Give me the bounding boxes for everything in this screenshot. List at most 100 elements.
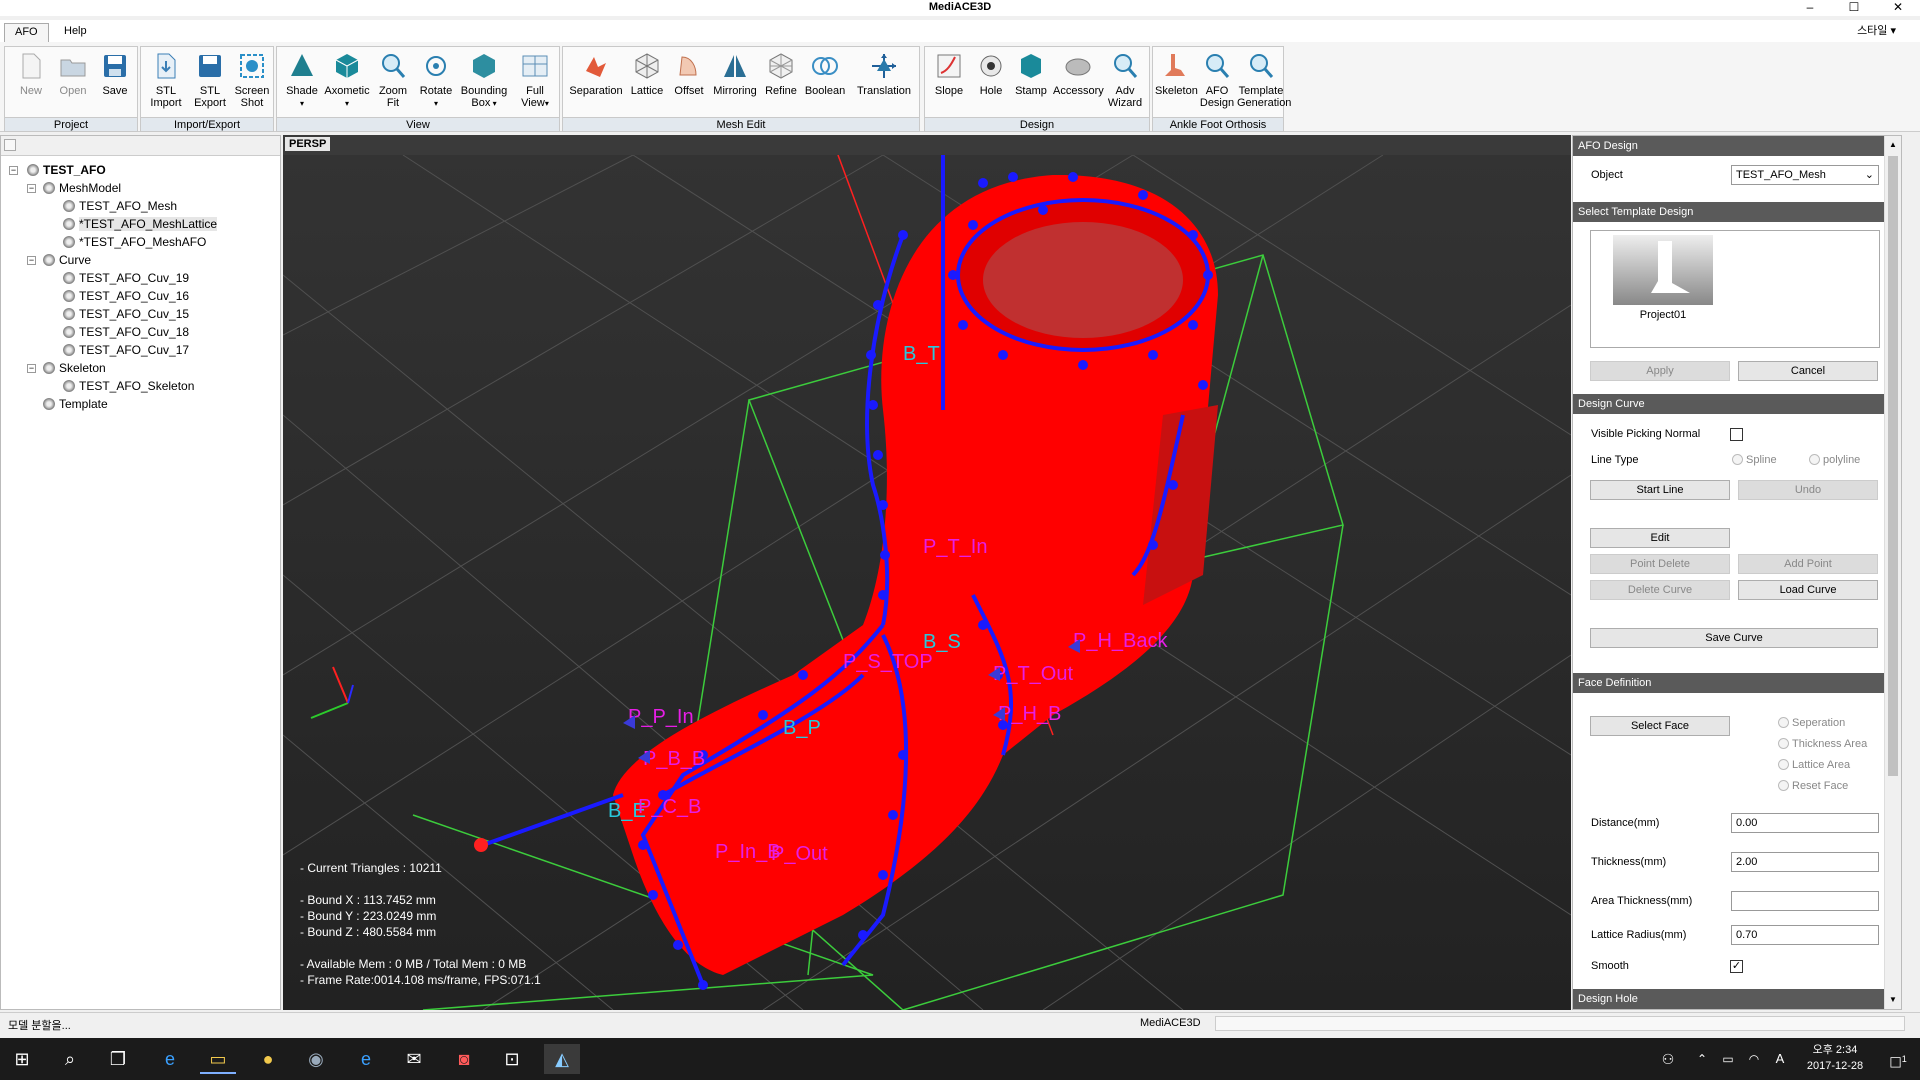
zoom-fit-button[interactable]: Zoom Fit <box>373 51 413 109</box>
notification-icon[interactable]: ☐1 <box>1880 1044 1916 1074</box>
smooth-checkbox[interactable]: ✓ <box>1730 960 1743 973</box>
tree-node-curve[interactable]: Curve <box>43 252 91 268</box>
slope-button[interactable]: Slope <box>929 51 969 97</box>
tree-node-curve-item[interactable]: TEST_AFO_Cuv_16 <box>63 288 189 304</box>
reset-face-radio[interactable]: Reset Face <box>1778 780 1848 792</box>
mail-icon[interactable]: ✉ <box>396 1044 432 1074</box>
stamp-button[interactable]: Stamp <box>1011 51 1051 97</box>
hole-button[interactable]: Hole <box>971 51 1011 97</box>
stl-import-button[interactable]: STL Import <box>145 51 187 109</box>
boolean-button[interactable]: Boolean <box>801 51 849 97</box>
select-face-button[interactable]: Select Face <box>1590 716 1730 736</box>
task-view-icon[interactable]: ❐ <box>100 1044 136 1074</box>
lattice-button[interactable]: Lattice <box>625 51 669 97</box>
label-b-p: B_P <box>783 717 821 739</box>
tab-persp[interactable]: PERSP <box>285 137 331 151</box>
polyline-radio[interactable]: polyline <box>1809 454 1860 466</box>
adv-wizard-button[interactable]: Adv Wizard <box>1103 51 1147 109</box>
expand-toggle[interactable]: − <box>9 166 18 175</box>
screen-shot-button[interactable]: Screen Shot <box>231 51 273 109</box>
tree-node-curve-item[interactable]: TEST_AFO_Cuv_17 <box>63 342 189 358</box>
mediace3d-taskbar-icon[interactable]: ◭ <box>544 1044 580 1074</box>
minimize-button[interactable]: – <box>1788 0 1832 16</box>
maximize-button[interactable]: ☐ <box>1832 0 1876 16</box>
scroll-thumb[interactable] <box>1888 156 1898 776</box>
separation-button[interactable]: Separation <box>567 51 625 97</box>
lattice-radius-input[interactable]: 0.70 <box>1731 925 1879 945</box>
new-button[interactable]: New <box>11 51 51 97</box>
file-explorer-icon[interactable]: ▭ <box>200 1044 236 1074</box>
afo-design-button[interactable]: AFO Design <box>1197 51 1237 109</box>
save-button[interactable]: Save <box>95 51 135 97</box>
tree-node-skeleton-item[interactable]: TEST_AFO_Skeleton <box>63 378 194 394</box>
tree-node-skeleton[interactable]: Skeleton <box>43 360 106 376</box>
windows-start-icon[interactable]: ⊞ <box>4 1044 40 1074</box>
start-line-button[interactable]: Start Line <box>1590 480 1730 500</box>
3d-viewport[interactable]: B_T P_T_In B_S P_H_Back P_S_TOP P_T_Out … <box>283 155 1571 1010</box>
refine-button[interactable]: Refine <box>761 51 801 97</box>
template-thumbnail[interactable] <box>1613 235 1713 305</box>
axometic-button[interactable]: Axometic ▾ <box>323 51 371 110</box>
tab-help[interactable]: Help <box>54 23 97 42</box>
tree-node-meshmodel[interactable]: MeshModel <box>43 180 121 196</box>
shade-button[interactable]: Shade ▾ <box>281 51 323 110</box>
close-button[interactable]: ✕ <box>1876 0 1920 16</box>
lattice-area-radio[interactable]: Lattice Area <box>1778 759 1850 771</box>
search-icon[interactable]: ⌕ <box>52 1044 88 1074</box>
people-icon[interactable]: ⚇ <box>1650 1044 1686 1074</box>
style-menu[interactable]: 스타일 ▾ <box>1857 22 1896 38</box>
scroll-up-icon[interactable]: ▲ <box>1888 140 1898 150</box>
save-curve-button[interactable]: Save Curve <box>1590 628 1878 648</box>
expand-toggle[interactable]: − <box>27 364 36 373</box>
object-select[interactable]: TEST_AFO_Mesh ⌄ <box>1731 165 1879 185</box>
bounding-box-button[interactable]: Bounding Box ▾ <box>457 51 511 110</box>
mirroring-button[interactable]: Mirroring <box>709 51 761 97</box>
tree-node-mesh[interactable]: *TEST_AFO_MeshAFO <box>63 234 206 250</box>
delete-curve-button[interactable]: Delete Curve <box>1590 580 1730 600</box>
edge-icon[interactable]: e <box>152 1044 188 1074</box>
thickness-area-radio[interactable]: Thickness Area <box>1778 738 1867 750</box>
distance-input[interactable]: 0.00 <box>1731 813 1879 833</box>
cancel-button[interactable]: Cancel <box>1738 361 1878 381</box>
skeleton-button[interactable]: Skeleton <box>1155 51 1198 97</box>
visible-picking-normal-checkbox[interactable] <box>1730 428 1743 441</box>
expand-toggle[interactable]: − <box>27 256 36 265</box>
store-icon[interactable]: ⊡ <box>494 1044 530 1074</box>
panel-scrollbar[interactable]: ▲ ▼ <box>1884 136 1901 1009</box>
internet-explorer-icon[interactable]: e <box>348 1044 384 1074</box>
expand-toggle[interactable]: − <box>27 184 36 193</box>
tree-node-curve-item[interactable]: TEST_AFO_Cuv_19 <box>63 270 189 286</box>
rotate-button[interactable]: Rotate ▾ <box>415 51 457 110</box>
offset-button[interactable]: Offset <box>669 51 709 97</box>
load-curve-button[interactable]: Load Curve <box>1738 580 1878 600</box>
full-view-button[interactable]: Full View▾ <box>513 51 557 110</box>
spline-radio[interactable]: Spline <box>1732 454 1777 466</box>
scroll-down-icon[interactable]: ▼ <box>1888 995 1898 1005</box>
tab-afo[interactable]: AFO <box>4 23 49 42</box>
thickness-input[interactable]: 2.00 <box>1731 852 1879 872</box>
add-point-button[interactable]: Add Point <box>1738 554 1878 574</box>
app-icon[interactable]: ◙ <box>446 1044 482 1074</box>
tree-node-mesh[interactable]: TEST_AFO_Mesh <box>63 198 177 214</box>
clock[interactable]: 오후 2:34 2017-12-28 <box>1790 1042 1880 1074</box>
open-button[interactable]: Open <box>53 51 93 97</box>
tree-node-mesh[interactable]: *TEST_AFO_MeshLattice <box>63 216 218 232</box>
tree-node-curve-item[interactable]: TEST_AFO_Cuv_18 <box>63 324 189 340</box>
template-generation-button[interactable]: Template Generation <box>1237 51 1291 109</box>
tree-node-curve-item[interactable]: TEST_AFO_Cuv_15 <box>63 306 189 322</box>
stl-export-button[interactable]: STL Export <box>189 51 231 109</box>
accessory-button[interactable]: Accessory <box>1053 51 1104 97</box>
tree-root[interactable]: TEST_AFO <box>27 162 106 178</box>
app-icon[interactable]: ● <box>250 1044 286 1074</box>
point-delete-button[interactable]: Point Delete <box>1590 554 1730 574</box>
app-icon[interactable]: ◉ <box>298 1044 334 1074</box>
edit-button[interactable]: Edit <box>1590 528 1730 548</box>
tree-node-template[interactable]: Template <box>43 396 108 412</box>
translation-button[interactable]: Translation <box>851 51 917 97</box>
label-p-b-b: P_B_B <box>643 748 705 770</box>
area-thickness-input[interactable] <box>1731 891 1879 911</box>
bounding-box-icon <box>473 54 495 78</box>
undo-button[interactable]: Undo <box>1738 480 1878 500</box>
seperation-radio[interactable]: Seperation <box>1778 717 1845 729</box>
apply-button[interactable]: Apply <box>1590 361 1730 381</box>
